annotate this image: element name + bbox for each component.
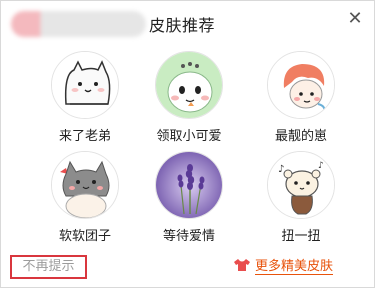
skin-item-4[interactable]: 软软团子 — [37, 151, 133, 251]
skin-item-1[interactable]: 来了老弟 — [37, 51, 133, 151]
skin-label: 领取小可爱 — [156, 129, 222, 144]
skin-shirt-icon — [233, 258, 251, 272]
skin-label: 来了老弟 — [58, 129, 111, 144]
skin-recommend-dialog: 皮肤推荐 ✕ 来了老弟 领取小可爱 最靓的崽 软软团子 等待爱情 ♪ ♪ 扭一扭… — [0, 0, 375, 288]
skin-label: 扭一扭 — [281, 229, 321, 244]
skin-label: 最靓的崽 — [274, 129, 327, 144]
lavender-photo-icon — [155, 151, 223, 219]
close-icon[interactable]: ✕ — [345, 9, 365, 29]
green-cartoon-sticker-icon — [155, 51, 223, 119]
no-remind-button[interactable]: 不再提示 — [10, 255, 87, 279]
skin-item-3[interactable]: 最靓的崽 — [253, 51, 349, 151]
red-hair-sticker-icon — [267, 51, 335, 119]
svg-text:♪: ♪ — [318, 161, 324, 171]
blurred-username — [11, 11, 146, 37]
skin-label: 软软团子 — [58, 229, 111, 244]
svg-text:♪: ♪ — [278, 164, 284, 175]
more-skins-link[interactable]: 更多精美皮肤 — [233, 257, 334, 277]
white-cat-sticker-icon — [51, 51, 119, 119]
skin-item-6[interactable]: ♪ ♪ 扭一扭 — [253, 151, 349, 251]
skin-label: 等待爱情 — [162, 229, 215, 244]
kitten-sticker-icon — [51, 151, 119, 219]
skin-item-2[interactable]: 领取小可爱 — [141, 51, 237, 151]
dialog-title: 皮肤推荐 — [149, 16, 216, 35]
skin-item-5[interactable]: 等待爱情 — [141, 151, 237, 251]
more-skins-label: 更多精美皮肤 — [255, 259, 334, 275]
dancing-bear-sticker-icon: ♪ ♪ — [267, 151, 335, 219]
